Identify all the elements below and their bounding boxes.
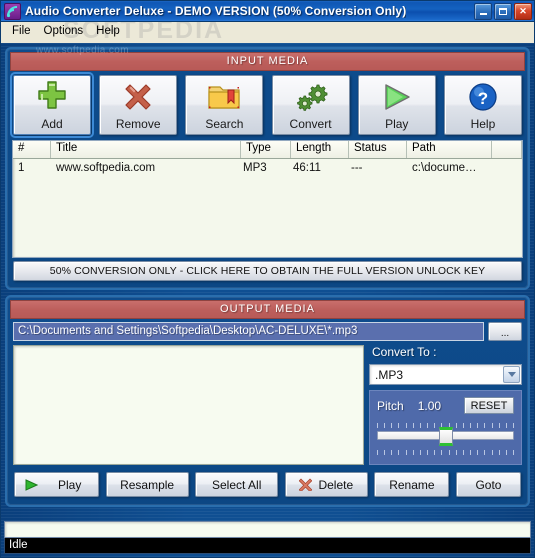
menu-item-help[interactable]: Help bbox=[90, 24, 127, 41]
output-media-list[interactable] bbox=[13, 345, 364, 465]
progress-bar bbox=[4, 521, 531, 538]
add-button[interactable]: Add bbox=[10, 72, 94, 138]
conversion-settings: Convert To : .MP3 Pitch 1.00 RESET bbox=[369, 345, 522, 465]
status-area: Idle bbox=[1, 521, 534, 557]
gears-icon bbox=[273, 76, 349, 118]
audio-wave-icon bbox=[4, 2, 21, 20]
cell-type: MP3 bbox=[243, 161, 267, 174]
output-media-group: OUTPUT MEDIA C:\Documents and Settings\S… bbox=[5, 295, 530, 507]
pitch-panel: Pitch 1.00 RESET bbox=[369, 390, 522, 465]
remove-button[interactable]: Remove bbox=[99, 75, 178, 135]
plus-icon bbox=[14, 76, 90, 118]
application-window: Audio Converter Deluxe - DEMO VERSION (5… bbox=[0, 0, 535, 558]
cell-path: c:\docume… bbox=[412, 161, 477, 174]
unlock-key-banner[interactable]: 50% CONVERSION ONLY - CLICK HERE TO OBTA… bbox=[13, 261, 522, 281]
minimize-icon[interactable] bbox=[474, 2, 492, 20]
resample-label: Resample bbox=[120, 477, 175, 492]
play-output-label: Play bbox=[58, 477, 82, 492]
input-media-list[interactable]: # Title Type Length Status Path 1 www.so… bbox=[12, 140, 523, 258]
play-triangle-icon bbox=[359, 76, 435, 118]
remove-button-label: Remove bbox=[115, 117, 161, 131]
close-icon[interactable]: ✕ bbox=[514, 2, 532, 20]
output-path-row: C:\Documents and Settings\Softpedia\Desk… bbox=[10, 319, 525, 345]
window-title: Audio Converter Deluxe - DEMO VERSION (5… bbox=[25, 4, 407, 18]
column-header-number[interactable]: # bbox=[13, 141, 51, 158]
list-header: # Title Type Length Status Path bbox=[13, 141, 522, 159]
pitch-reset-button[interactable]: RESET bbox=[464, 397, 514, 414]
svg-text:?: ? bbox=[478, 89, 488, 108]
convert-button-label: Convert bbox=[289, 117, 332, 131]
rename-label: Rename bbox=[389, 477, 435, 492]
search-button-label: Search bbox=[205, 117, 244, 131]
goto-button[interactable]: Goto bbox=[455, 472, 521, 497]
pitch-label: Pitch bbox=[377, 398, 404, 413]
resample-button[interactable]: Resample bbox=[105, 472, 189, 497]
pitch-ticks-bottom bbox=[377, 450, 514, 455]
pitch-header: Pitch 1.00 RESET bbox=[377, 397, 514, 414]
column-header-filler bbox=[492, 141, 522, 158]
play-button-label: Play bbox=[385, 117, 409, 131]
input-media-toolbar: Add Remove Search Convert Play ? Help bbox=[10, 71, 525, 140]
column-header-type[interactable]: Type bbox=[241, 141, 291, 158]
output-media-title: OUTPUT MEDIA bbox=[10, 300, 525, 319]
input-media-title: INPUT MEDIA bbox=[10, 52, 525, 71]
help-button[interactable]: ? Help bbox=[443, 75, 522, 135]
cell-length: 46:11 bbox=[293, 161, 321, 174]
play-triangle-icon bbox=[25, 478, 38, 491]
pitch-slider[interactable] bbox=[377, 423, 514, 455]
pitch-value: 1.00 bbox=[417, 398, 442, 413]
column-header-status[interactable]: Status bbox=[349, 141, 407, 158]
output-path-input[interactable]: C:\Documents and Settings\Softpedia\Desk… bbox=[13, 322, 484, 341]
convert-to-label: Convert To : bbox=[372, 345, 437, 359]
input-media-group: INPUT MEDIA Add Remove Search Convert Pl… bbox=[5, 47, 530, 290]
question-mark-icon: ? bbox=[445, 76, 521, 118]
help-button-label: Help bbox=[470, 117, 496, 131]
cell-number: 1 bbox=[18, 161, 25, 174]
output-lower-area: Convert To : .MP3 Pitch 1.00 RESET bbox=[10, 345, 525, 468]
column-header-title[interactable]: Title bbox=[51, 141, 241, 158]
select-all-label: Select All bbox=[212, 477, 262, 492]
convert-to-select[interactable]: .MP3 bbox=[369, 364, 522, 385]
maximize-icon[interactable] bbox=[494, 2, 512, 20]
goto-label: Goto bbox=[475, 477, 502, 492]
folder-search-icon bbox=[186, 76, 262, 118]
add-button-label: Add bbox=[41, 117, 63, 131]
x-cross-icon bbox=[299, 478, 313, 491]
delete-button[interactable]: Delete bbox=[284, 472, 368, 497]
cell-title: www.softpedia.com bbox=[56, 161, 156, 174]
menu-bar: SOFTPEDIA File Options Help bbox=[1, 22, 534, 44]
delete-label: Delete bbox=[318, 477, 354, 492]
menu-item-options[interactable]: Options bbox=[38, 24, 91, 41]
menu-item-file[interactable]: File bbox=[6, 24, 38, 41]
x-cross-icon bbox=[100, 76, 176, 118]
output-action-buttons: Play Resample Select All Delete Rename G… bbox=[10, 468, 525, 502]
play-output-button[interactable]: Play bbox=[14, 472, 99, 497]
status-bar: Idle bbox=[4, 538, 531, 554]
main-body: www.softpedia.com INPUT MEDIA Add Remove… bbox=[1, 43, 534, 557]
play-button[interactable]: Play bbox=[357, 75, 436, 135]
pitch-slider-thumb[interactable] bbox=[438, 427, 453, 446]
window-controls: ✕ bbox=[474, 2, 532, 20]
browse-button[interactable]: ... bbox=[488, 322, 522, 341]
column-header-path[interactable]: Path bbox=[407, 141, 492, 158]
search-button[interactable]: Search bbox=[185, 75, 264, 135]
title-bar: Audio Converter Deluxe - DEMO VERSION (5… bbox=[1, 1, 534, 22]
convert-button[interactable]: Convert bbox=[271, 75, 350, 135]
chevron-down-icon[interactable] bbox=[503, 366, 520, 383]
table-row[interactable]: 1 www.softpedia.com MP3 46:11 --- c:\doc… bbox=[13, 159, 522, 176]
rename-button[interactable]: Rename bbox=[374, 472, 450, 497]
select-all-button[interactable]: Select All bbox=[195, 472, 279, 497]
convert-to-value: .MP3 bbox=[375, 367, 404, 382]
cell-status: --- bbox=[351, 161, 363, 174]
column-header-length[interactable]: Length bbox=[291, 141, 349, 158]
